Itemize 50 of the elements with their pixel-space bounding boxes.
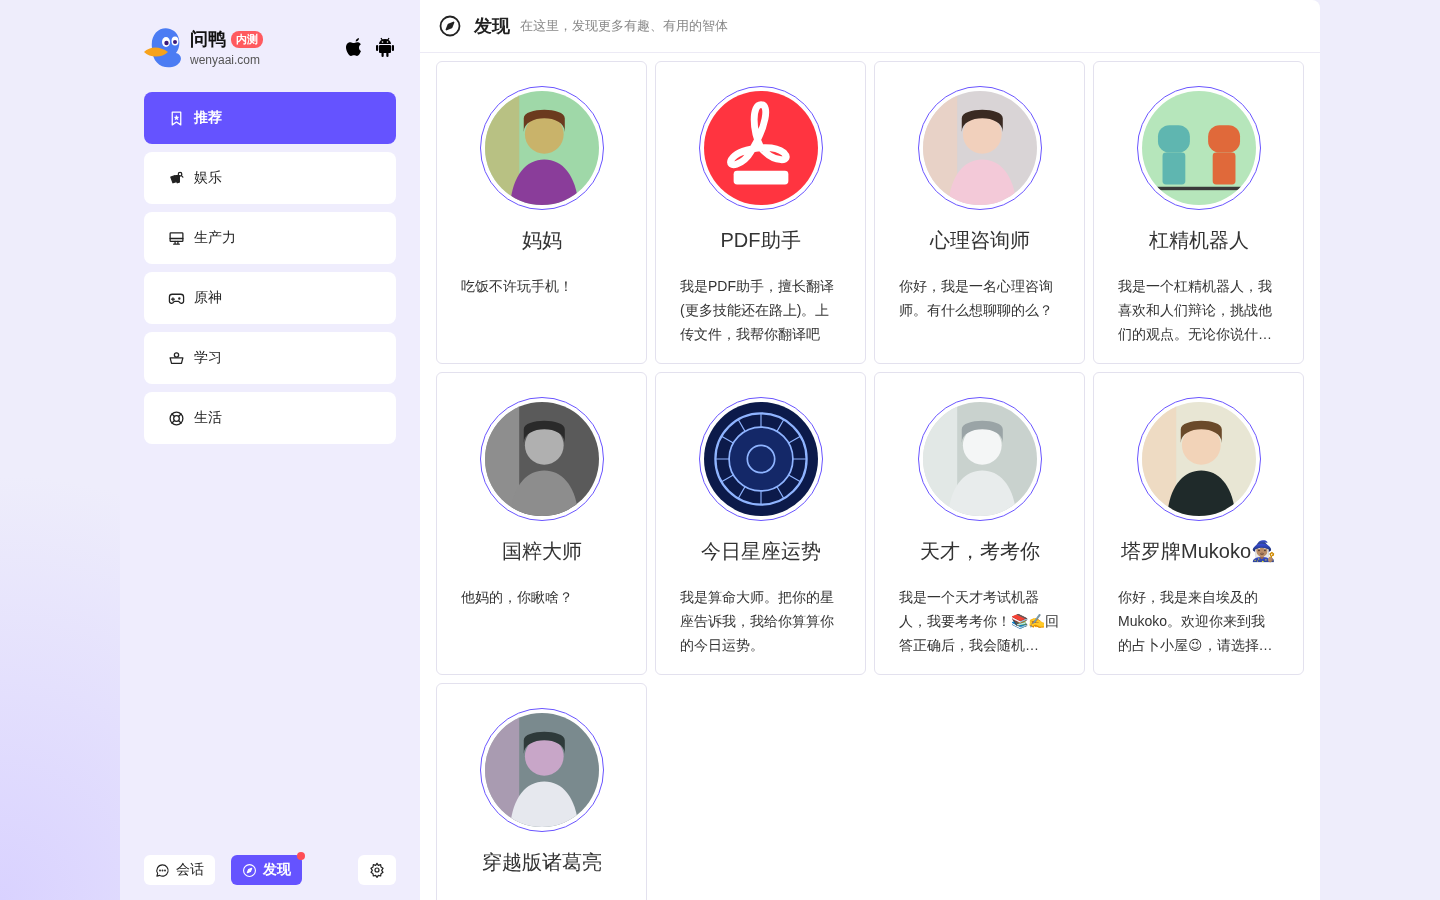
- agent-description: 我是PDF助手，擅长翻译(更多技能还在路上)。上传文件，我帮你翻译吧: [679, 277, 835, 344]
- nav-item[interactable]: 学习: [144, 332, 396, 384]
- bottom-tab[interactable]: 会话: [144, 855, 215, 885]
- agent-card[interactable]: 天才，考考你 我是一个天才考试机器人，我要考考你！📚✍回答正确后，我会随机…: [874, 372, 1085, 675]
- settings-icon: [369, 862, 385, 878]
- agent-name: 杠精机器人: [1148, 228, 1249, 253]
- agent-name: 塔罗牌Mukoko🧙🏽‍♀: [1121, 539, 1276, 565]
- agent-card[interactable]: 穿越版诸葛亮: [436, 683, 647, 900]
- basket-icon: [168, 349, 185, 367]
- beta-badge: 内测: [231, 30, 263, 48]
- agent-name: 妈妈: [521, 228, 562, 253]
- chat-icon: [155, 862, 170, 878]
- monitor-icon: [168, 229, 185, 247]
- agent-card[interactable]: 杠精机器人 我是一个杠精机器人，我喜欢和人们辩论，挑战他们的观点。无论你说什…: [1093, 61, 1304, 364]
- nav-item[interactable]: 原神: [144, 272, 396, 324]
- agent-card[interactable]: 国粹大师 他妈的，你瞅啥？: [436, 372, 647, 675]
- agent-description: 他妈的，你瞅啥？: [460, 588, 574, 607]
- agent-card[interactable]: 今日星座运势 我是算命大师。把你的星座告诉我，我给你算算你的今日运势。: [655, 372, 866, 675]
- agent-name: PDF助手: [720, 228, 801, 253]
- agent-name: 今日星座运势: [700, 539, 821, 564]
- android-icon[interactable]: [376, 37, 394, 57]
- agent-description: 我是算命大师。把你的星座告诉我，我给你算算你的今日运势。: [679, 588, 835, 655]
- compass-icon: [438, 14, 462, 38]
- bottom-tab[interactable]: 发现: [231, 855, 302, 885]
- agent-description: 我是一个杠精机器人，我喜欢和人们辩论，挑战他们的观点。无论你说什…: [1117, 277, 1273, 344]
- agent-name: 天才，考考你: [919, 539, 1040, 564]
- page-title: 发现: [474, 15, 510, 38]
- agent-description: 你好，我是来自埃及的Mukoko。欢迎你来到我的占卜小屋😉，请选择…: [1117, 588, 1274, 655]
- agent-description: 你好，我是一名心理咨询师。有什么想聊聊的么？: [898, 277, 1054, 320]
- nav-item[interactable]: 娱乐: [144, 152, 396, 204]
- agent-card[interactable]: 塔罗牌Mukoko🧙🏽‍♀ 你好，我是来自埃及的Mukoko。欢迎你来到我的占卜小屋😉，请选择…: [1093, 372, 1304, 675]
- compass-icon: [242, 862, 257, 878]
- page-subtitle: 在这里，发现更多有趣、有用的智体: [520, 17, 728, 35]
- agent-card[interactable]: 妈妈 吃饭不许玩手机！: [436, 61, 647, 364]
- nav-item[interactable]: 推荐: [144, 92, 396, 144]
- agent-card[interactable]: 心理咨询师 你好，我是一名心理咨询师。有什么想聊聊的么？: [874, 61, 1085, 364]
- agent-name: 心理咨询师: [929, 228, 1030, 253]
- agent-description: 我是一个天才考试机器人，我要考考你！📚✍回答正确后，我会随机…: [898, 588, 1060, 655]
- settings-button[interactable]: [358, 855, 396, 885]
- agent-description: 吃饭不许玩手机！: [460, 277, 574, 296]
- apple-icon[interactable]: [346, 37, 364, 57]
- lifebuoy-icon: [168, 409, 185, 427]
- agent-card[interactable]: PDF助手 我是PDF助手，擅长翻译(更多技能还在路上)。上传文件，我帮你翻译吧: [655, 61, 866, 364]
- brand-name: 问鸭: [190, 28, 226, 51]
- brand-domain: wenyaai.com: [190, 53, 262, 67]
- duck-logo: [144, 26, 184, 68]
- nav-item[interactable]: 生产力: [144, 212, 396, 264]
- agent-name: 穿越版诸葛亮: [481, 850, 602, 875]
- agent-name: 国粹大师: [501, 539, 582, 564]
- nav-item[interactable]: 生活: [144, 392, 396, 444]
